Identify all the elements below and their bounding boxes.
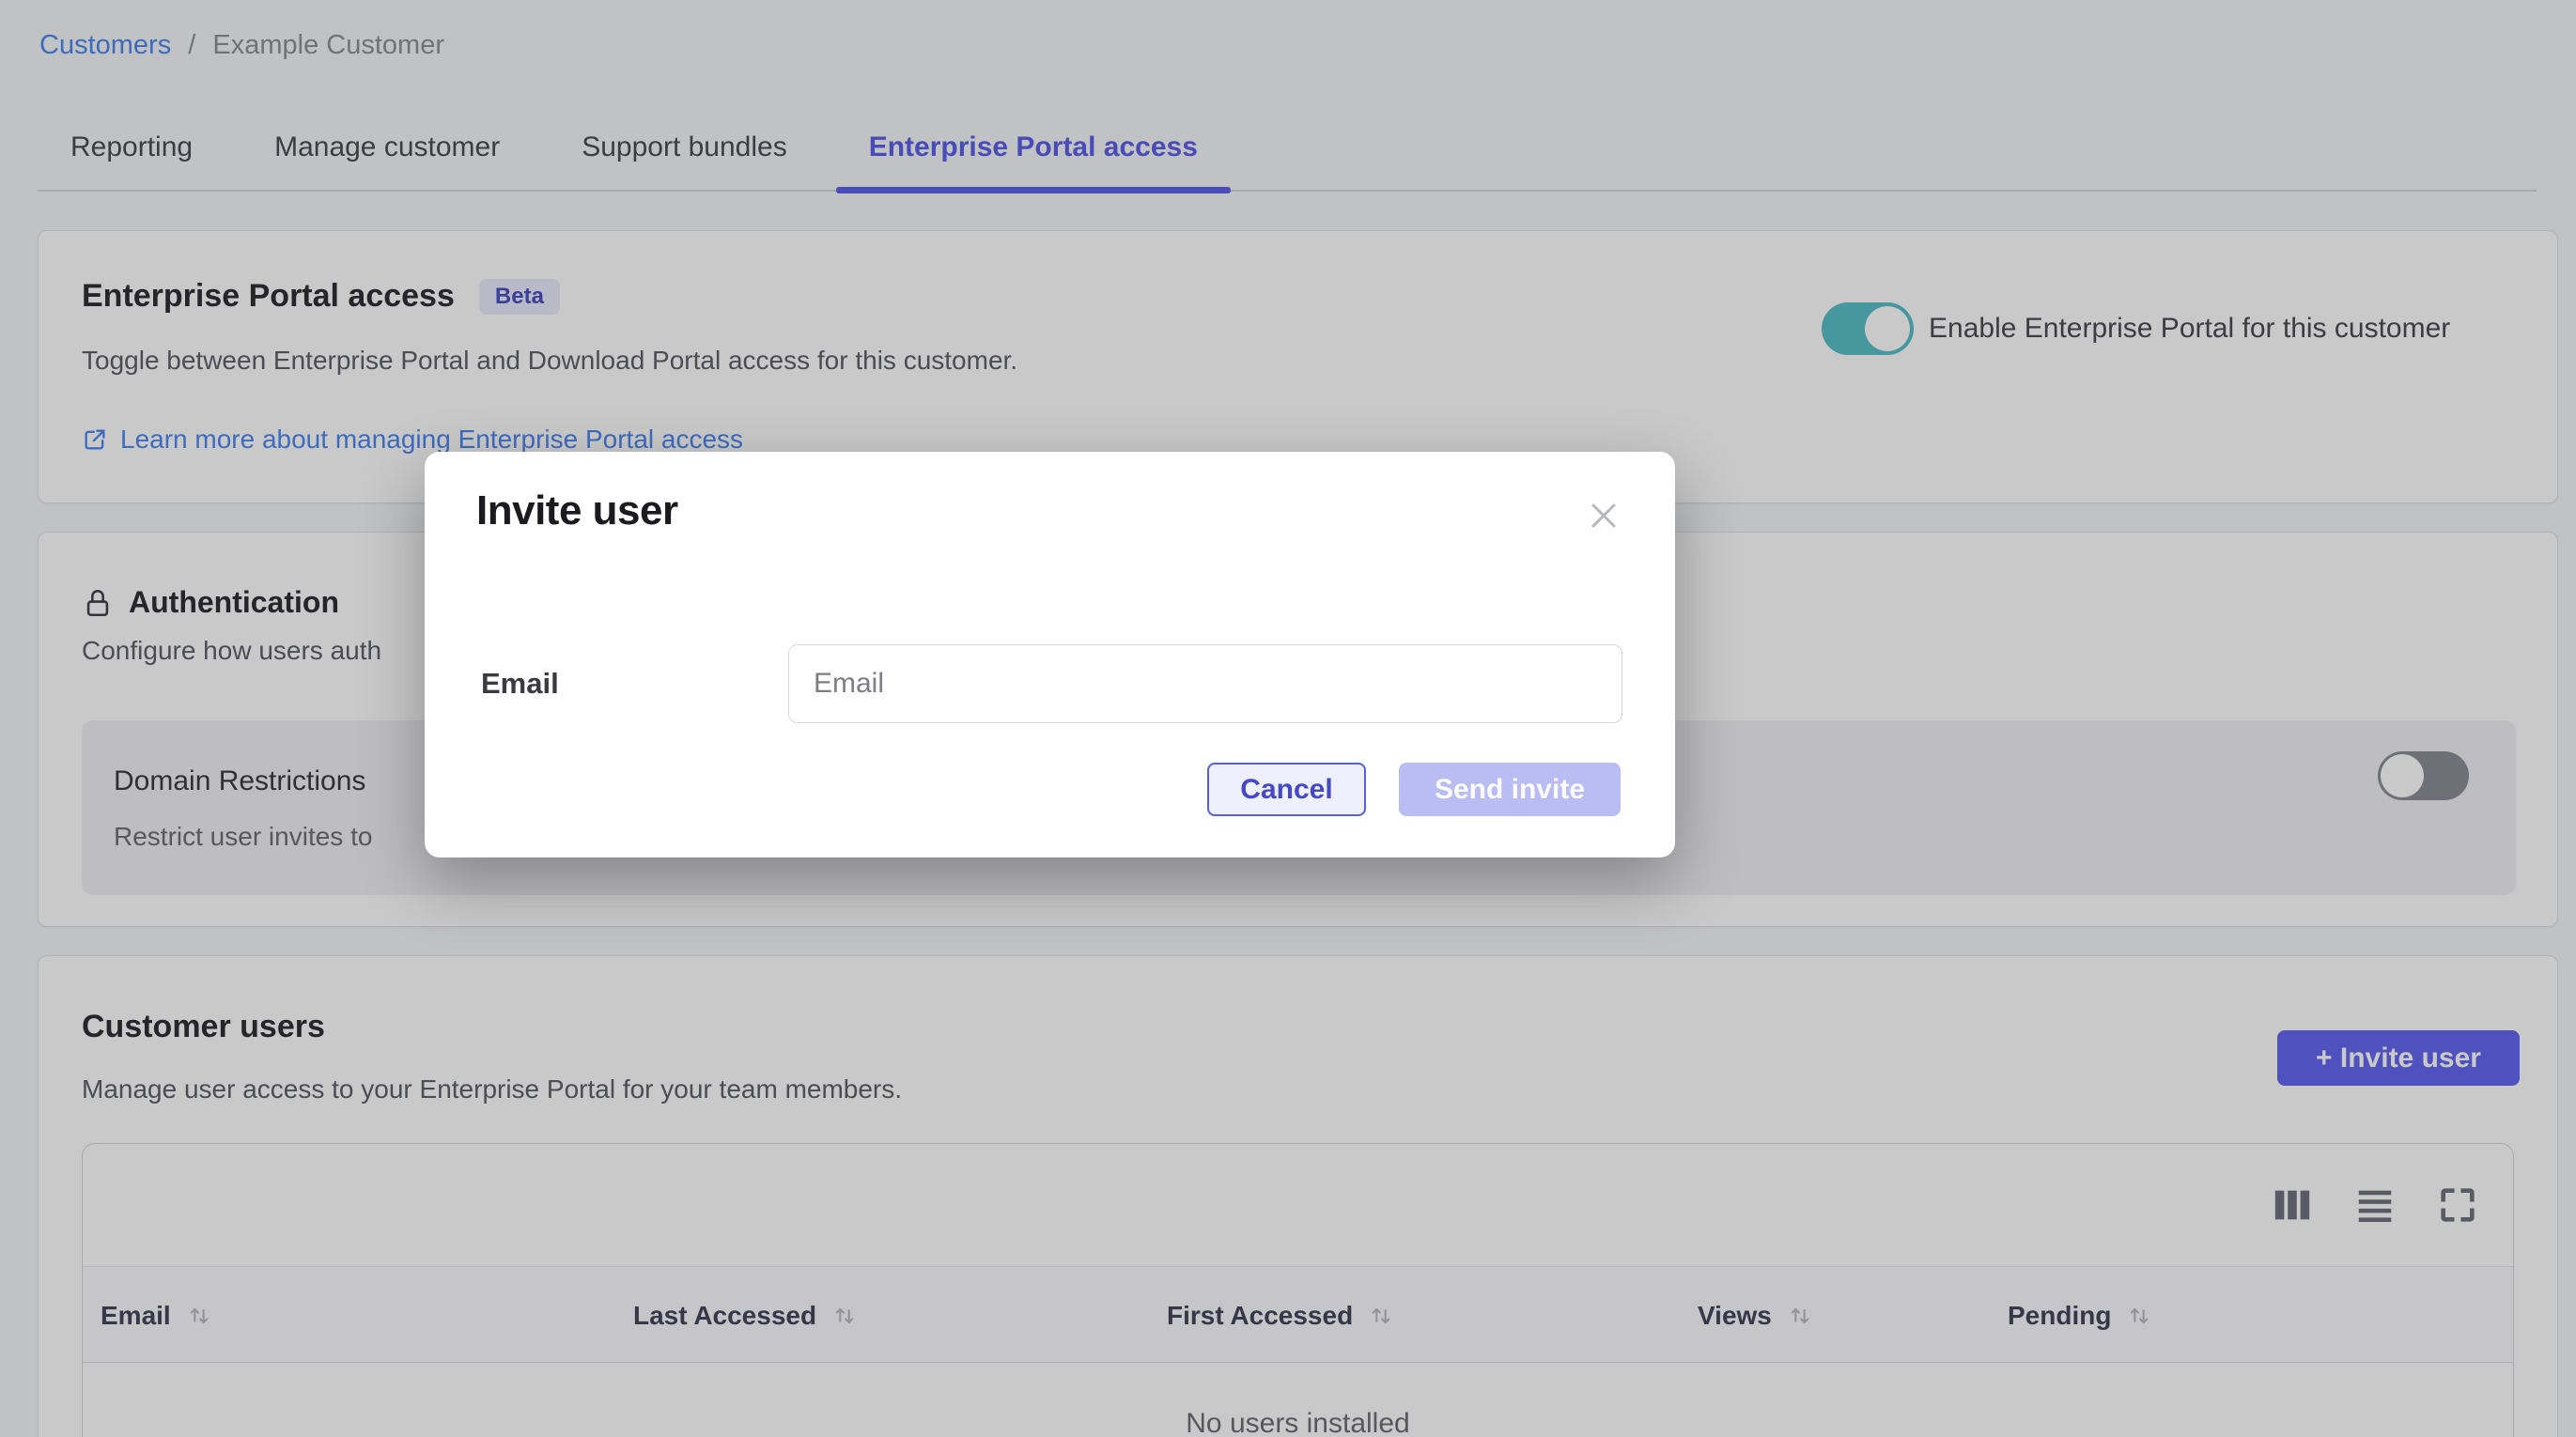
email-input[interactable] [788,644,1622,723]
page-root: Customers / Example Customer Reporting M… [0,0,2576,1437]
close-icon [1583,495,1624,536]
invite-user-modal: Invite user Email Cancel Send invite [425,452,1675,858]
modal-close-button[interactable] [1583,495,1624,536]
send-invite-button[interactable]: Send invite [1399,763,1621,816]
cancel-button[interactable]: Cancel [1207,763,1366,816]
modal-title: Invite user [476,487,678,534]
email-label: Email [481,644,559,723]
